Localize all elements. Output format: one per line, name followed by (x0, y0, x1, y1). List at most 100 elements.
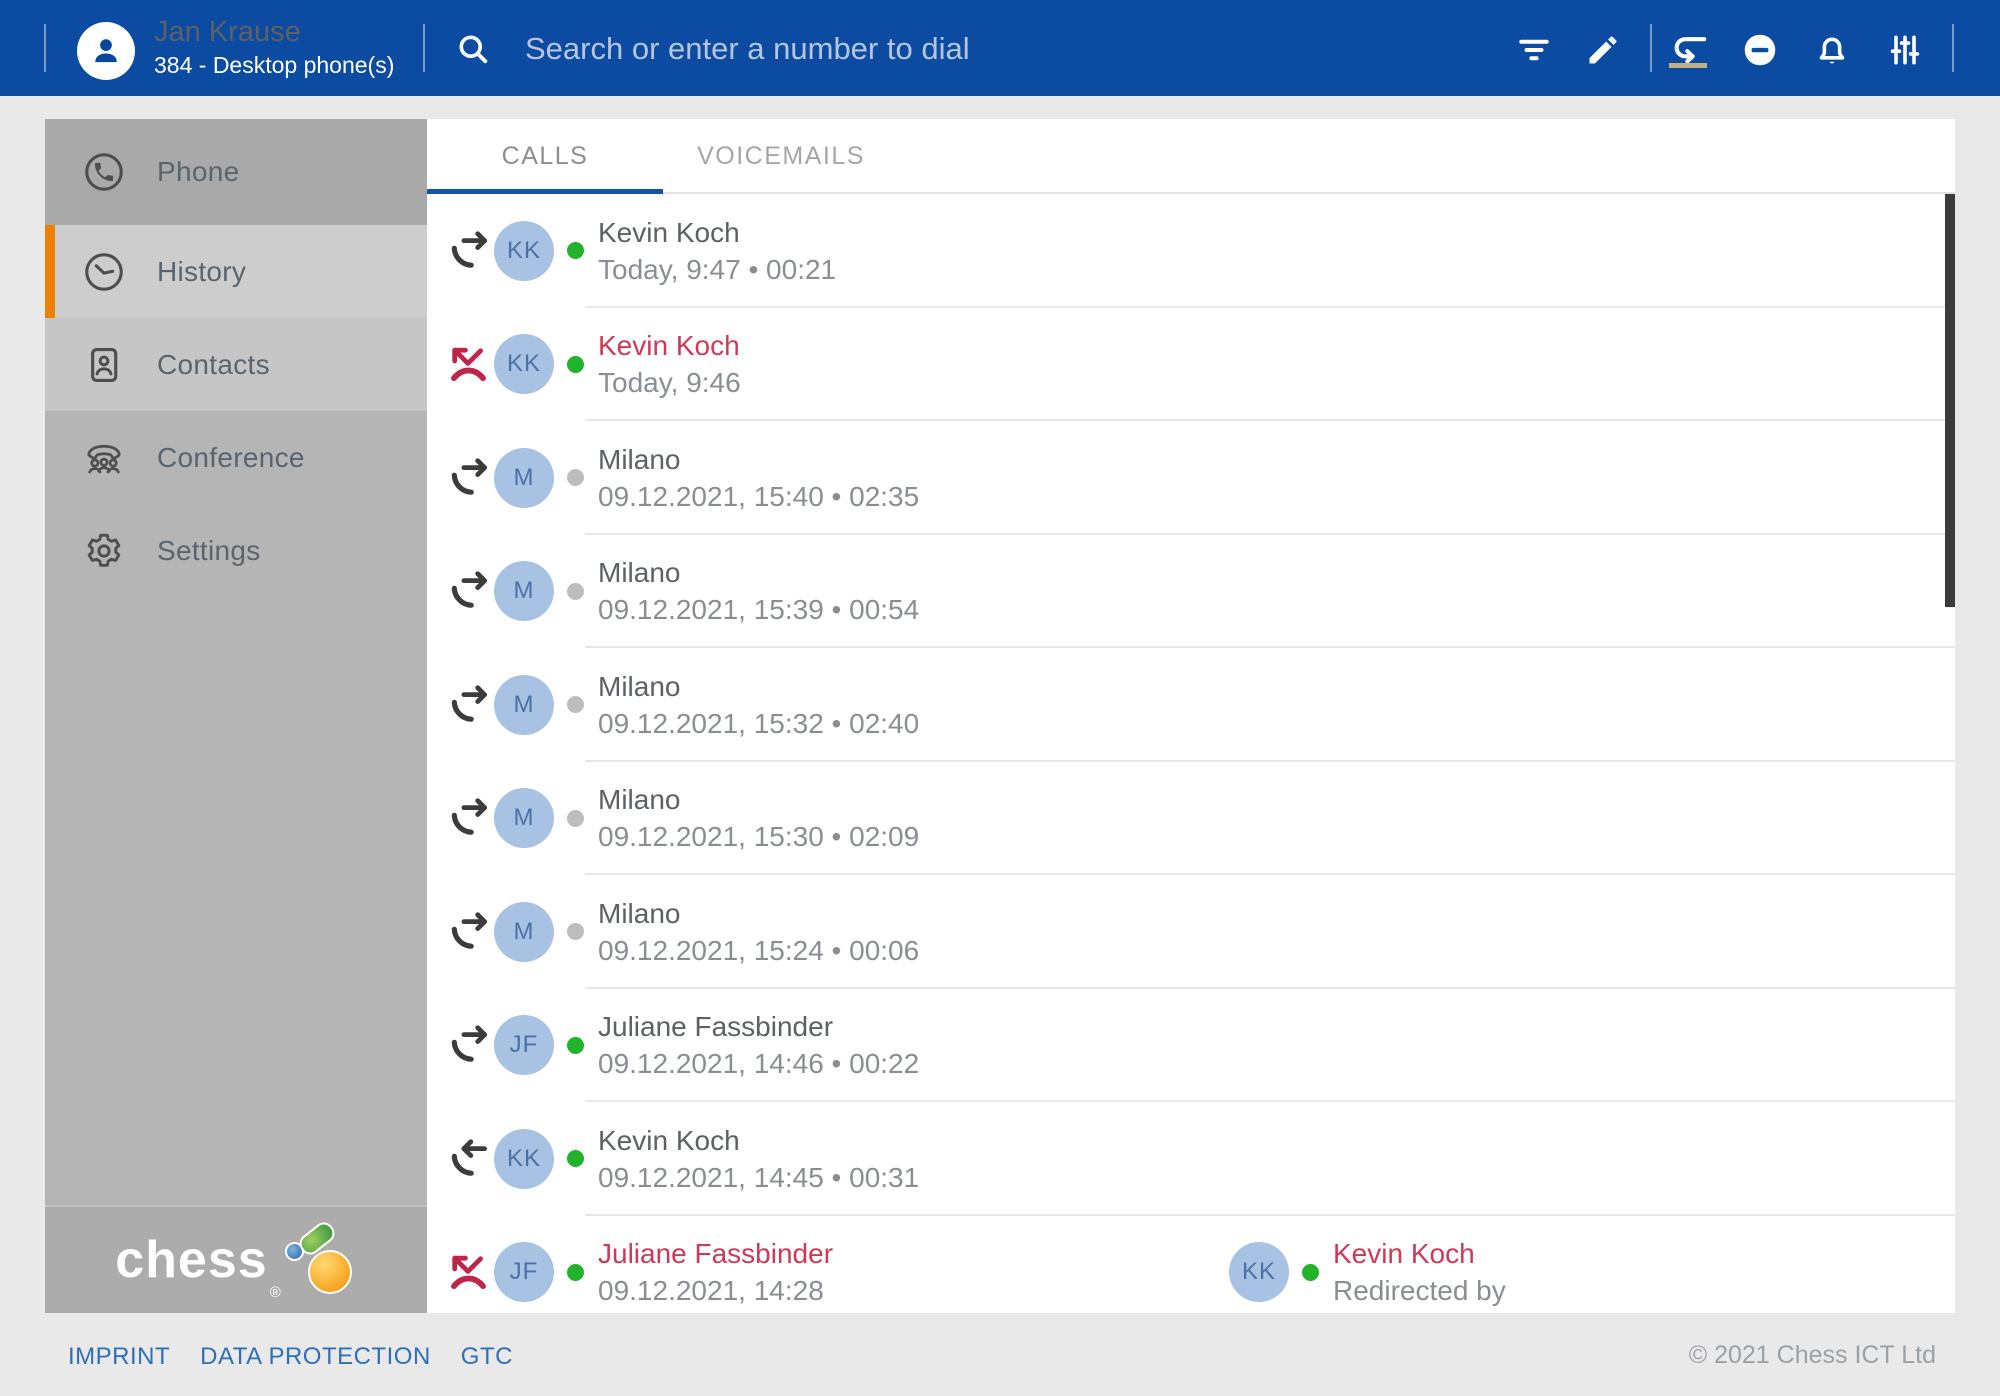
call-timestamp: 09.12.2021, 15:40 • 02:35 (598, 478, 919, 515)
call-timestamp: Today, 9:47 • 00:21 (598, 251, 836, 288)
edit-icon[interactable] (1581, 28, 1625, 72)
sidebar-item-settings[interactable]: Settings (45, 504, 427, 597)
contact-avatar: JF (494, 1015, 554, 1075)
redirect-info: KKKevin KochRedirected by (1227, 1216, 1506, 1314)
contact-name: Juliane Fassbinder (598, 1235, 833, 1272)
user-device: 384 - Desktop phone(s) (154, 50, 394, 80)
call-log-row[interactable]: MMilano09.12.2021, 15:39 • 00:54 (427, 535, 1955, 649)
incoming-call-icon (445, 1136, 492, 1182)
call-log-row[interactable]: M Milano09.12.2021, 15:32 • 02:40 (427, 648, 1955, 762)
footer-links: IMPRINT DATA PROTECTION GTC (68, 1343, 513, 1371)
header-divider (423, 24, 425, 72)
presence-dot (567, 469, 584, 486)
tab-voicemails[interactable]: VOICEMAILS (663, 119, 899, 192)
do-not-disturb-icon[interactable] (1738, 28, 1782, 72)
contact-name: Kevin Koch (598, 327, 741, 364)
presence-dot (567, 1037, 584, 1054)
imprint-link[interactable]: IMPRINT (68, 1343, 170, 1371)
contact-name: Milano (598, 668, 919, 705)
call-log-row[interactable]: MMilano09.12.2021, 15:30 • 02:09 (427, 762, 1955, 876)
settings-icon (81, 528, 127, 574)
contact-name: Kevin Koch (598, 214, 836, 251)
call-timestamp: 09.12.2021, 14:28 (598, 1272, 833, 1309)
gtc-link[interactable]: GTC (461, 1343, 513, 1371)
call-log-row[interactable]: MMilano09.12.2021, 15:24 • 00:06 (427, 875, 1955, 989)
presence-dot (567, 810, 584, 827)
call-log-row[interactable]: JF Juliane Fassbinder09.12.2021, 14:46 • … (427, 989, 1955, 1103)
presence-dot (567, 696, 584, 713)
sidebar-item-history[interactable]: History (45, 225, 427, 318)
data-protection-link[interactable]: DATA PROTECTION (200, 1343, 431, 1371)
notifications-icon[interactable] (1810, 28, 1854, 72)
presence-dot (567, 242, 584, 259)
call-timestamp: 09.12.2021, 15:24 • 00:06 (598, 932, 919, 969)
phone-icon (81, 149, 127, 195)
chess-logo-molecule-icon (283, 1220, 357, 1300)
call-timestamp: 09.12.2021, 15:39 • 00:54 (598, 591, 919, 628)
call-log-row[interactable]: KKKevin KochToday, 9:46 (427, 308, 1955, 422)
header-divider (44, 24, 46, 72)
sidebar-item-label: Contacts (157, 349, 270, 381)
sidebar-item-label: Settings (157, 535, 261, 567)
header-divider (1650, 24, 1652, 72)
outgoing-call-icon (445, 1022, 492, 1068)
presence-dot (567, 1150, 584, 1167)
sidebar-item-phone[interactable]: Phone (45, 119, 427, 225)
tab-bar: CALLS VOICEMAILS (427, 119, 1955, 194)
call-timestamp: 09.12.2021, 15:32 • 02:40 (598, 705, 919, 742)
filter-icon[interactable] (1512, 28, 1556, 72)
sidebar-item-label: History (157, 256, 246, 288)
sidebar-item-conference[interactable]: Conference (45, 411, 427, 504)
contact-name: Milano (598, 554, 919, 591)
outgoing-call-icon (445, 455, 492, 501)
copyright-text: © 2021 Chess ICT Ltd (1689, 1341, 1936, 1370)
person-icon (87, 32, 125, 70)
contact-avatar: JF (494, 1242, 554, 1302)
outgoing-call-icon (445, 568, 492, 614)
history-icon (81, 249, 127, 295)
calls-list: KKKevin KochToday, 9:47 • 00:21KKKevin K… (427, 194, 1955, 1313)
contact-name: Milano (598, 895, 919, 932)
outgoing-call-icon (445, 795, 492, 841)
call-log-row[interactable]: JF Juliane Fassbinder09.12.2021, 14:28 KKK… (427, 1216, 1955, 1314)
user-name: Jan Krause (154, 14, 394, 50)
tab-calls[interactable]: CALLS (427, 119, 663, 192)
search-input[interactable] (523, 22, 1447, 76)
call-log-row[interactable]: KKKevin Koch09.12.2021, 14:45 • 00:31 (427, 1102, 1955, 1216)
outgoing-call-icon (445, 228, 492, 274)
presence-dot (567, 356, 584, 373)
tune-icon[interactable] (1883, 28, 1927, 72)
user-avatar[interactable] (77, 22, 135, 80)
header-divider (1952, 24, 1954, 72)
contact-avatar: KK (494, 334, 554, 394)
presence-dot (1302, 1264, 1319, 1281)
user-info: Jan Krause 384 - Desktop phone(s) (154, 14, 394, 80)
call-log-row[interactable]: KKKevin KochToday, 9:47 • 00:21 (427, 194, 1955, 308)
presence-dot (567, 923, 584, 940)
contact-name: Kevin Koch (598, 1122, 919, 1159)
chess-wordmark: chess (115, 1234, 267, 1286)
sidebar-item-label: Conference (157, 442, 305, 474)
contact-name: Milano (598, 441, 919, 478)
call-redirect-active-underline (1669, 63, 1707, 68)
contact-avatar: M (494, 675, 554, 735)
outgoing-call-icon (445, 682, 492, 728)
outgoing-call-icon (445, 909, 492, 955)
chess-logo: chess ® (45, 1205, 427, 1313)
call-log-row[interactable]: MMilano09.12.2021, 15:40 • 02:35 (427, 421, 1955, 535)
contact-name: Juliane Fassbinder (598, 1008, 919, 1045)
missed-call-icon (445, 341, 492, 387)
missed-call-icon (445, 1249, 492, 1295)
contact-name: Kevin Koch (1333, 1235, 1506, 1272)
conference-icon (81, 435, 127, 481)
main-panel: CALLS VOICEMAILS KKKevin KochToday, 9:47… (427, 119, 1955, 1313)
sidebar-nav: Phone History Contacts (45, 119, 427, 1313)
contact-name: Milano (598, 781, 919, 818)
sidebar-item-contacts[interactable]: Contacts (45, 318, 427, 411)
call-timestamp: 09.12.2021, 14:46 • 00:22 (598, 1045, 919, 1082)
scrollbar-thumb[interactable] (1945, 194, 1955, 607)
search-icon (455, 31, 491, 67)
contact-avatar: M (494, 788, 554, 848)
presence-dot (567, 1264, 584, 1281)
molecule-orange-sphere (308, 1250, 352, 1294)
